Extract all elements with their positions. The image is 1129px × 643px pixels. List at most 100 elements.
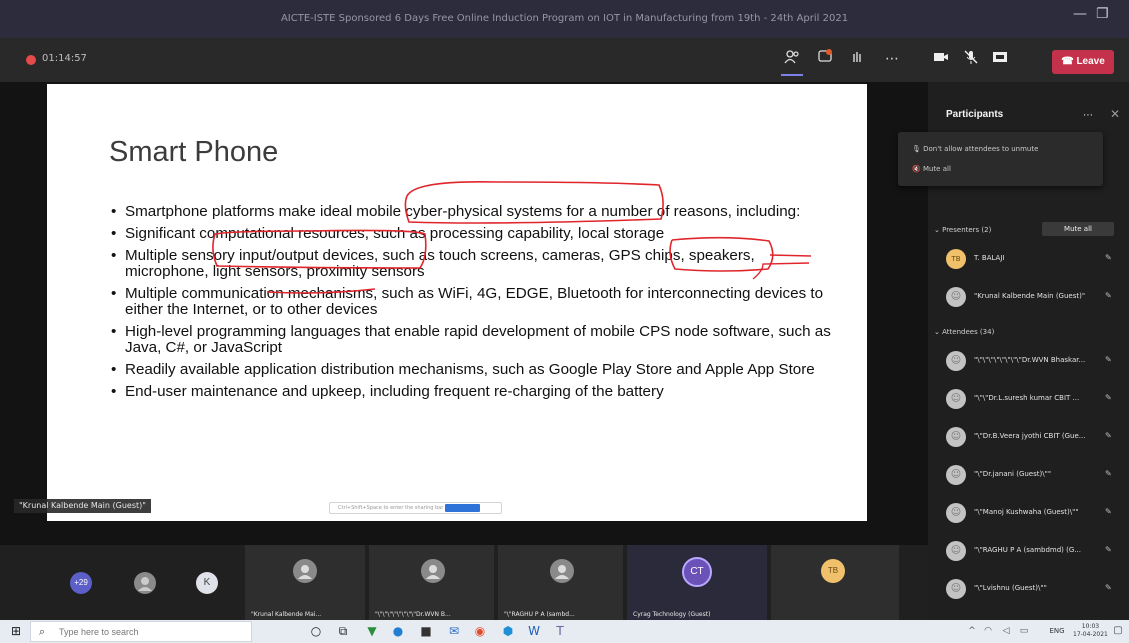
mic-muted-icon[interactable] [960, 48, 982, 70]
mic-muted-icon: 🔇 [912, 165, 921, 173]
task-view-icon[interactable]: ⧉ [335, 623, 351, 639]
avatar: ☺ [946, 287, 966, 307]
more-actions-icon[interactable]: ⋯ [881, 48, 903, 70]
close-icon[interactable]: ✕ [1110, 107, 1120, 121]
participant-row[interactable]: ☺ "\"Dr.B.Veera jyothi CBIT (Gue... ✎ [928, 424, 1129, 448]
avatar: ☺ [946, 541, 966, 561]
chrome-icon[interactable]: ◉ [472, 623, 488, 639]
participant-name: "\"Dr.janani (Guest)\"" [974, 470, 1052, 478]
participant-name: "Krunal Kalbende Main (Guest)" [974, 292, 1086, 300]
slide-bullet: Multiple communication mechanisms, such … [111, 286, 831, 318]
teams-icon[interactable]: T [552, 623, 568, 639]
overflow-participants-badge[interactable]: +29 [70, 572, 92, 594]
dont-allow-unmute-option[interactable]: 🎙 Don't allow attendees to unmute [912, 145, 1038, 153]
participant-row[interactable]: ☺ "\"\"\"\"\"\"\"\"Dr.WVN Bhaskar... ✎ [928, 348, 1129, 372]
app-icon[interactable]: ⬢ [500, 623, 516, 639]
mute-all-option[interactable]: 🔇 Mute all [912, 165, 951, 173]
meeting-timer: 01:14:57 [42, 53, 87, 64]
share-screen-icon[interactable] [989, 48, 1011, 70]
avatar: ☺ [946, 579, 966, 599]
avatar: ☺ [946, 427, 966, 447]
taskbar-search[interactable]: ⌕ Type here to search [30, 621, 252, 642]
video-tile[interactable]: TB [771, 545, 899, 620]
search-placeholder: Type here to search [59, 627, 139, 637]
minimize-button[interactable]: — [1073, 6, 1087, 22]
participant-name: "\"\"Dr.L.suresh kumar CBIT ... [974, 394, 1080, 402]
participant-row[interactable]: ☺ "\"Lvishnu (Guest)\"" ✎ [928, 576, 1129, 600]
participant-name: "\"Dr.B.Veera jyothi CBIT (Gue... [974, 432, 1086, 440]
attendees-section-header[interactable]: ⌄ Attendees (34) [934, 328, 994, 336]
panel-title: Participants [946, 109, 1004, 120]
mic-muted-icon: ✎ [1105, 469, 1112, 478]
mic-muted-icon: ✎ [1105, 355, 1112, 364]
windows-taskbar: ⊞ ⌕ Type here to search ○ ⧉ ▼ ● ■ ✉ ◉ ⬢ … [0, 620, 1129, 643]
clock-date: 17-04-2021 [1073, 631, 1108, 638]
chevron-down-icon: ⌄ [934, 328, 940, 336]
mute-all-button[interactable]: Mute all [1042, 222, 1114, 236]
word-icon[interactable]: W [526, 623, 542, 639]
slide-bullet: Significant computational resources, suc… [111, 226, 831, 243]
battery-icon[interactable]: ▭ [1016, 623, 1032, 639]
slide-bullet: High-level programming languages that en… [111, 324, 831, 356]
avatar: ☺ [946, 389, 966, 409]
maximize-button[interactable]: ❐ [1096, 6, 1109, 22]
cortana-icon[interactable]: ○ [308, 623, 324, 639]
mic-muted-icon: ✎ [1105, 507, 1112, 516]
notification-icon[interactable]: ▢ [1110, 623, 1126, 639]
participant-row[interactable]: TB T. BALAJI ✎ [928, 246, 1129, 270]
video-tile[interactable]: CT Cyrag Technology (Guest) [627, 545, 767, 620]
participant-name: "\"RAGHU P A (sambdmd) (G... [974, 546, 1081, 554]
slide-bullet: End-user maintenance and upkeep, includi… [111, 384, 831, 401]
menu-label: Mute all [922, 165, 951, 173]
camera-icon[interactable] [930, 48, 952, 70]
mic-muted-icon: ✎ [1105, 253, 1112, 262]
avatar-k[interactable]: K [196, 572, 218, 594]
section-label: Presenters (2) [942, 226, 992, 234]
avatar-icon [421, 559, 445, 583]
window-title: AICTE-ISTE Sponsored 6 Days Free Online … [280, 13, 849, 24]
video-tile[interactable]: "Krunal Kalbende Mai... [245, 545, 365, 620]
mail-icon[interactable]: ✉ [446, 623, 462, 639]
slide-bullet-list: Smartphone platforms make ideal mobile c… [111, 204, 831, 406]
avatar-icon[interactable] [134, 572, 156, 594]
video-tile-name: "Krunal Kalbende Mai... [251, 611, 322, 618]
participant-row[interactable]: ☺ "\"\"Dr.L.suresh kumar CBIT ... ✎ [928, 386, 1129, 410]
leave-button[interactable]: ☎ Leave [1052, 50, 1114, 74]
participant-name: "\"Lvishnu (Guest)\"" [974, 584, 1047, 592]
video-tile[interactable]: "\"\"\"\"\"\"\"\"Dr.WVN B... [369, 545, 494, 620]
avatar-icon [293, 559, 317, 583]
store-icon[interactable]: ■ [418, 623, 434, 639]
chevron-down-icon: ⌄ [934, 226, 940, 234]
sharing-bar-text: Ctrl+Shift+Space to enter the sharing ba… [338, 505, 444, 511]
avatar: ☺ [946, 503, 966, 523]
video-tile-name: "\"\"\"\"\"\"\"\"Dr.WVN B... [375, 611, 451, 618]
slide-bullet: Readily available application distributi… [111, 362, 831, 379]
app-icon[interactable]: ▼ [364, 623, 380, 639]
clock-time: 10:03 [1081, 623, 1100, 630]
participants-panel: Participants ⋯ ✕ 🎙 Don't allow attendees… [898, 82, 1129, 620]
video-tile-name: Cyrag Technology (Guest) [633, 611, 711, 618]
chat-icon[interactable] [814, 48, 836, 70]
recording-icon [26, 55, 36, 65]
presenters-section-header[interactable]: ⌄ Presenters (2) [934, 226, 991, 234]
volume-icon[interactable]: ◁ [998, 623, 1014, 639]
raise-hand-icon[interactable] [846, 48, 868, 70]
participant-row[interactable]: ☺ "\"Manoj Kushwaha (Guest)\"" ✎ [928, 500, 1129, 524]
windows-start-icon[interactable]: ⊞ [8, 623, 24, 639]
wifi-icon[interactable]: ◠ [980, 623, 996, 639]
slide-title: Smart Phone [109, 136, 279, 168]
sharing-bar[interactable]: Ctrl+Shift+Space to enter the sharing ba… [329, 502, 502, 514]
taskbar-clock[interactable]: 10:03 17-04-2021 [1073, 623, 1108, 639]
tray-chevron-icon[interactable]: ^ [964, 623, 980, 639]
participant-row[interactable]: ☺ "Krunal Kalbende Main (Guest)" ✎ [928, 284, 1129, 308]
participant-row[interactable]: ☺ "\"RAGHU P A (sambdmd) (G... ✎ [928, 538, 1129, 562]
language-indicator[interactable]: ENG [1046, 623, 1068, 639]
people-icon[interactable] [781, 48, 803, 76]
more-options-icon[interactable]: ⋯ [1083, 110, 1093, 121]
edge-icon[interactable]: ● [390, 623, 406, 639]
participant-row[interactable]: ☺ "\"Dr.janani (Guest)\"" ✎ [928, 462, 1129, 486]
take-control-button[interactable] [445, 504, 480, 512]
mic-muted-icon: ✎ [1105, 393, 1112, 402]
avatar: ☺ [946, 351, 966, 371]
video-tile[interactable]: "\"RAGHU P A (sambd... [498, 545, 623, 620]
